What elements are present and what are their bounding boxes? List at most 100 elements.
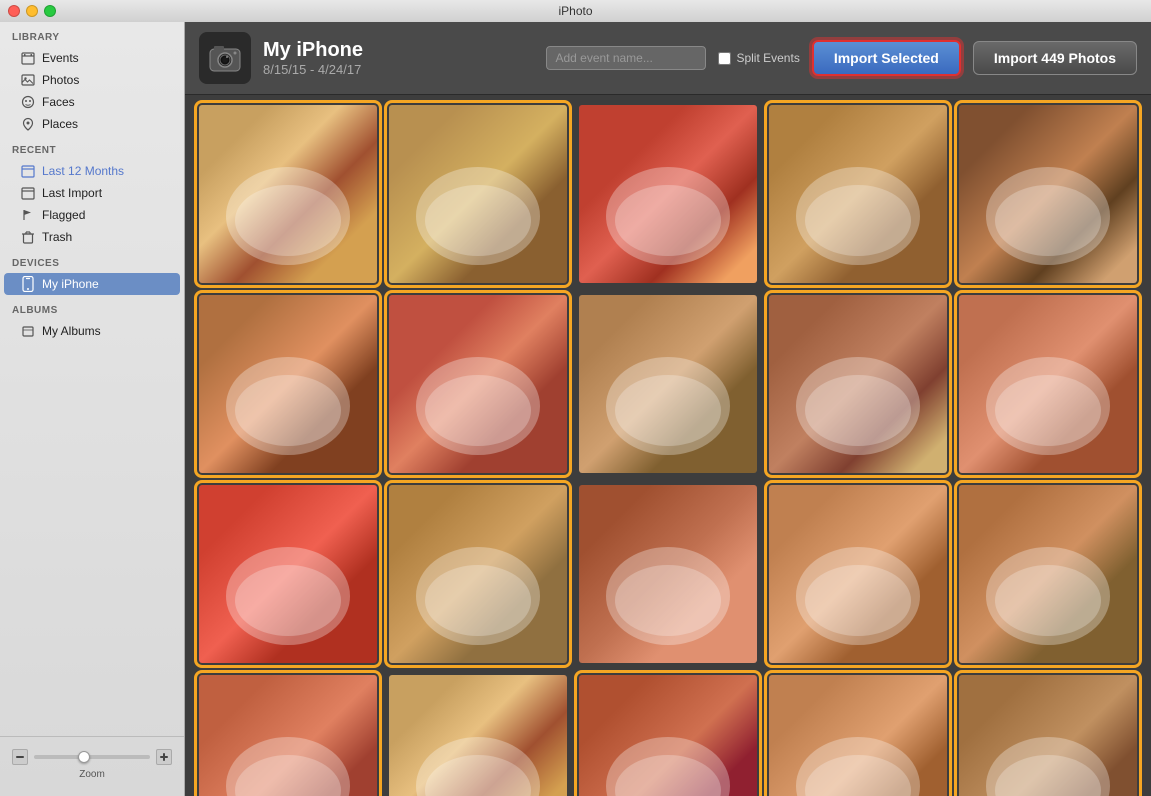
photo-thumb-10 [959,295,1137,473]
photo-cell-18[interactable] [579,675,757,796]
photos-icon [20,72,36,88]
myiphone-label: My iPhone [42,277,99,291]
photo-cell-14[interactable] [769,485,947,663]
photo-cell-19[interactable] [769,675,947,796]
photo-cell-7[interactable] [389,295,567,473]
trash-icon [20,229,36,245]
photo-thumb-18 [579,675,757,796]
topbar: My iPhone 8/15/15 - 4/24/17 Split Events… [185,22,1151,95]
main-layout: LIBRARY Events Photos [0,22,1151,796]
import-all-button[interactable]: Import 449 Photos [973,41,1137,75]
zoom-in-button[interactable] [156,749,172,765]
photo-cell-16[interactable] [199,675,377,796]
photo-cell-10[interactable] [959,295,1137,473]
sidebar-item-flagged[interactable]: Flagged [4,204,180,226]
photo-thumb-9 [769,295,947,473]
photo-cell-15[interactable] [959,485,1137,663]
import-selected-button[interactable]: Import Selected [812,40,961,76]
event-name-input[interactable] [546,46,706,70]
photos-label: Photos [42,73,79,87]
sidebar: LIBRARY Events Photos [0,22,185,796]
photo-cell-11[interactable] [199,485,377,663]
photo-thumb-13 [579,485,757,663]
split-events-text: Split Events [736,51,799,65]
window-controls [8,5,56,17]
sidebar-item-trash[interactable]: Trash [4,226,180,248]
photo-thumb-7 [389,295,567,473]
maximize-button[interactable] [44,5,56,17]
photo-thumb-1 [199,105,377,283]
photo-cell-2[interactable] [389,105,567,283]
events-icon [20,50,36,66]
content-area: My iPhone 8/15/15 - 4/24/17 Split Events… [185,22,1151,796]
photo-cell-1[interactable] [199,105,377,283]
photo-cell-20[interactable] [959,675,1137,796]
photo-cell-8[interactable] [579,295,757,473]
zoom-out-button[interactable] [12,749,28,765]
zoom-label: Zoom [79,769,105,780]
split-events-label[interactable]: Split Events [718,51,799,65]
device-icon-container [199,32,251,84]
sidebar-item-myiphone[interactable]: My iPhone [4,273,180,295]
photo-cell-6[interactable] [199,295,377,473]
photo-cell-4[interactable] [769,105,947,283]
photo-thumb-4 [769,105,947,283]
sidebar-item-last12months[interactable]: Last 12 Months [4,160,180,182]
last12months-label: Last 12 Months [42,164,124,178]
myalbums-label: My Albums [42,324,101,338]
minimize-button[interactable] [26,5,38,17]
zoom-controls [12,749,172,765]
photo-cell-17[interactable] [389,675,567,796]
photo-thumb-6 [199,295,377,473]
photo-thumb-20 [959,675,1137,796]
camera-icon [208,41,242,75]
sidebar-item-myalbums[interactable]: My Albums [4,320,180,342]
sidebar-item-places[interactable]: Places [4,113,180,135]
events-label: Events [42,51,79,65]
photo-thumb-5 [959,105,1137,283]
library-header: LIBRARY [0,22,184,47]
album-icon [20,323,36,339]
sidebar-item-events[interactable]: Events [4,47,180,69]
sidebar-item-lastimport[interactable]: Last Import [4,182,180,204]
photo-thumb-15 [959,485,1137,663]
sidebar-item-faces[interactable]: Faces [4,91,180,113]
photo-cell-3[interactable] [579,105,757,283]
sidebar-item-photos[interactable]: Photos [4,69,180,91]
devices-header: DEVICES [0,248,184,273]
places-icon [20,116,36,132]
photo-cell-13[interactable] [579,485,757,663]
photo-thumb-14 [769,485,947,663]
app-title: iPhoto [558,4,592,18]
photo-thumb-11 [199,485,377,663]
iphone-icon [20,276,36,292]
calendar-icon [20,163,36,179]
photo-grid [185,95,1151,796]
faces-label: Faces [42,95,75,109]
zoom-thumb [78,751,90,763]
photo-cell-9[interactable] [769,295,947,473]
flagged-label: Flagged [42,208,85,222]
photo-cell-5[interactable] [959,105,1137,283]
photo-thumb-17 [389,675,567,796]
photo-thumb-2 [389,105,567,283]
places-label: Places [42,117,78,131]
albums-header: ALBUMS [0,295,184,320]
faces-icon [20,94,36,110]
photo-thumb-16 [199,675,377,796]
photo-cell-12[interactable] [389,485,567,663]
lastimport-label: Last Import [42,186,102,200]
device-info: My iPhone 8/15/15 - 4/24/17 [263,39,534,77]
trash-label: Trash [42,230,72,244]
split-events-checkbox[interactable] [718,52,731,65]
close-button[interactable] [8,5,20,17]
device-name: My iPhone [263,39,534,62]
device-dates: 8/15/15 - 4/24/17 [263,62,534,77]
titlebar: iPhoto [0,0,1151,22]
zoom-slider[interactable] [34,755,150,759]
photo-thumb-8 [579,295,757,473]
import-icon [20,185,36,201]
photo-thumb-12 [389,485,567,663]
recent-header: RECENT [0,135,184,160]
photo-thumb-3 [579,105,757,283]
